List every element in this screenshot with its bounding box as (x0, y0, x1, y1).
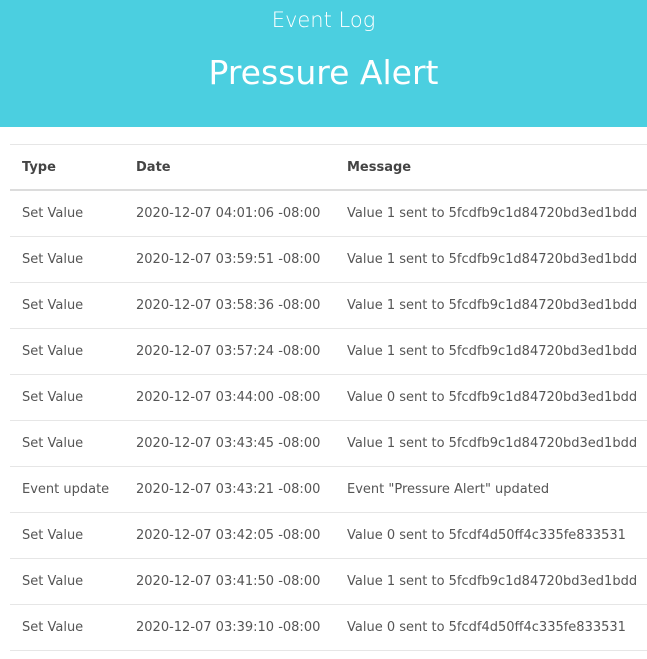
table-row[interactable]: Set Value 2020-12-07 03:42:05 -08:00 Val… (10, 513, 647, 559)
cell-date: 2020-12-07 03:44:00 -08:00 (136, 390, 321, 405)
cell-date: 2020-12-07 03:59:51 -08:00 (136, 252, 321, 267)
cell-type: Event update (22, 482, 110, 497)
cell-date: 2020-12-07 03:43:21 -08:00 (136, 482, 321, 497)
table-row[interactable]: Event update 2020-12-07 03:43:21 -08:00 … (10, 467, 647, 513)
cell-date: 2020-12-07 03:43:45 -08:00 (136, 436, 321, 451)
cell-date: 2020-12-07 03:57:24 -08:00 (136, 344, 321, 359)
column-header-message[interactable]: Message (335, 145, 647, 191)
table-row[interactable]: Set Value 2020-12-07 03:59:51 -08:00 Val… (10, 237, 647, 283)
cell-message: Value 1 sent to 5fcdfb9c1d84720bd3ed1bdd (347, 206, 638, 221)
table-header: Type Date Message (10, 144, 647, 191)
cell-type: Set Value (22, 298, 84, 313)
cell-date: 2020-12-07 03:39:10 -08:00 (136, 620, 321, 635)
cell-type: Set Value (22, 344, 84, 359)
cell-date: 2020-12-07 03:41:50 -08:00 (136, 574, 321, 589)
page-subtitle: Event Log (271, 8, 376, 32)
cell-type: Set Value (22, 252, 84, 267)
cell-type: Set Value (22, 574, 84, 589)
cell-message: Value 1 sent to 5fcdfb9c1d84720bd3ed1bdd (347, 574, 638, 589)
table-row[interactable]: Set Value 2020-12-07 03:57:24 -08:00 Val… (10, 329, 647, 375)
cell-date: 2020-12-07 04:01:06 -08:00 (136, 206, 321, 221)
cell-type: Set Value (22, 436, 84, 451)
cell-message: Value 1 sent to 5fcdfb9c1d84720bd3ed1bdd (347, 344, 638, 359)
cell-type: Set Value (22, 390, 84, 405)
cell-message: Value 0 sent to 5fcdfb9c1d84720bd3ed1bdd (347, 390, 638, 405)
table-row[interactable]: Set Value 2020-12-07 03:58:36 -08:00 Val… (10, 283, 647, 329)
table-header-row: Type Date Message (10, 144, 647, 191)
page-header: Event Log Pressure Alert (0, 0, 647, 127)
cell-message: Value 0 sent to 5fcdf4d50ff4c335fe833531 (347, 528, 626, 543)
table-body: Set Value 2020-12-07 04:01:06 -08:00 Val… (10, 190, 647, 651)
table-row[interactable]: Set Value 2020-12-07 04:01:06 -08:00 Val… (10, 190, 647, 237)
table-row[interactable]: Set Value 2020-12-07 03:44:00 -08:00 Val… (10, 375, 647, 421)
event-log-table: Type Date Message Set Value 2020-12-07 0… (10, 144, 647, 651)
cell-message: Event "Pressure Alert" updated (347, 482, 550, 497)
table-row[interactable]: Set Value 2020-12-07 03:41:50 -08:00 Val… (10, 559, 647, 605)
cell-date: 2020-12-07 03:42:05 -08:00 (136, 528, 321, 543)
table-row[interactable]: Set Value 2020-12-07 03:43:45 -08:00 Val… (10, 421, 647, 467)
column-header-type[interactable]: Type (10, 145, 124, 191)
table-row[interactable]: Set Value 2020-12-07 03:39:10 -08:00 Val… (10, 605, 647, 651)
cell-message: Value 0 sent to 5fcdf4d50ff4c335fe833531 (347, 620, 626, 635)
event-log-table-container: Type Date Message Set Value 2020-12-07 0… (10, 144, 647, 651)
cell-type: Set Value (22, 206, 84, 221)
column-header-date[interactable]: Date (124, 145, 335, 191)
cell-date: 2020-12-07 03:58:36 -08:00 (136, 298, 321, 313)
cell-type: Set Value (22, 528, 84, 543)
cell-message: Value 1 sent to 5fcdfb9c1d84720bd3ed1bdd (347, 436, 638, 451)
cell-message: Value 1 sent to 5fcdfb9c1d84720bd3ed1bdd (347, 298, 638, 313)
cell-type: Set Value (22, 620, 84, 635)
page-title: Pressure Alert (208, 53, 439, 92)
cell-message: Value 1 sent to 5fcdfb9c1d84720bd3ed1bdd (347, 252, 638, 267)
